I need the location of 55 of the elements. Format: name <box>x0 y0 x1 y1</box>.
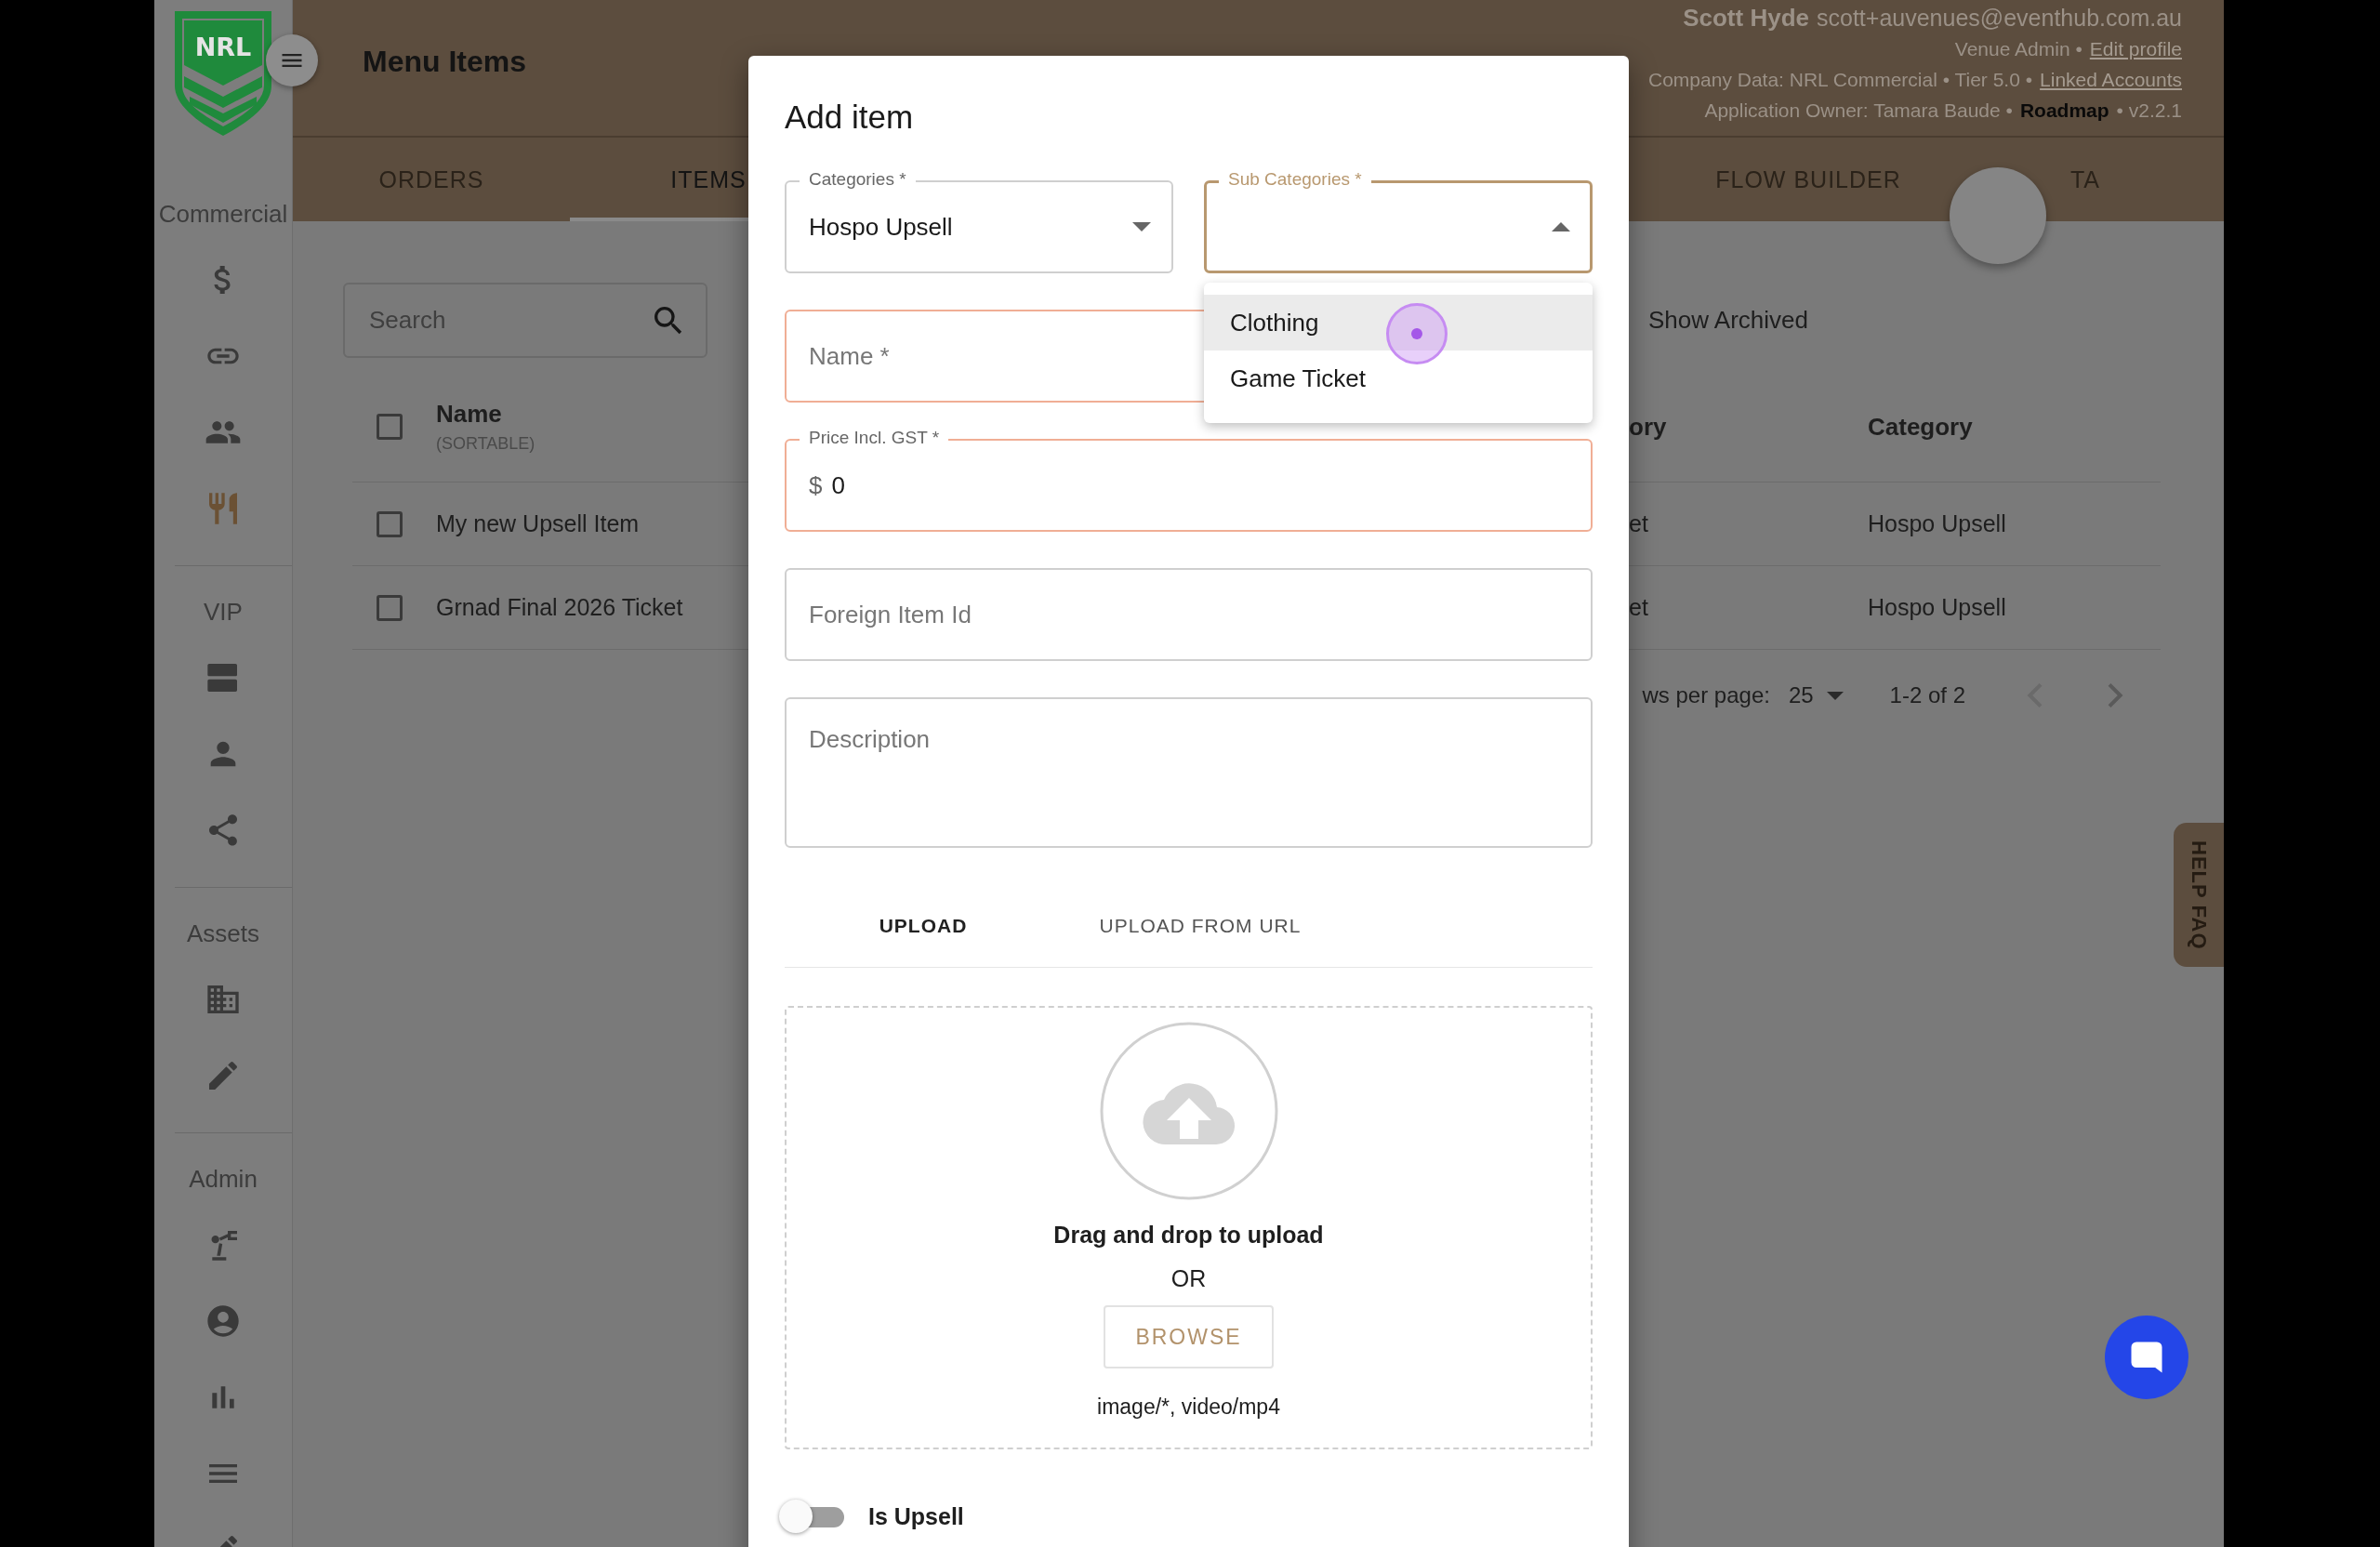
page-title: Menu Items <box>363 45 527 79</box>
input-field[interactable]: Foreign Item Id <box>785 557 1593 661</box>
dialog-title: Add item <box>785 98 915 137</box>
table-cell: Hospo Upsell <box>1868 594 2006 620</box>
info-text: • v2.2.1 <box>2116 99 2182 122</box>
select-field[interactable]: Sub Categories * <box>1204 169 1593 273</box>
table-cell: My new Upsell Item <box>436 510 640 536</box>
accepted-types: image/*, video/mp4 <box>1097 1395 1280 1420</box>
upload-tab[interactable]: UPLOAD FROM URL <box>1062 885 1339 967</box>
column-header[interactable]: Name <box>436 400 502 429</box>
rows-per-page-value[interactable]: 25 <box>1788 682 1814 708</box>
search-field[interactable]: Search <box>343 283 707 358</box>
upload-tab[interactable]: UPLOAD <box>785 885 1062 967</box>
menu-option[interactable]: Clothing <box>1204 295 1593 350</box>
section-label: VIP <box>204 597 243 627</box>
info-text: Venue Admin • <box>1954 37 2082 60</box>
or-label: OR <box>1170 1265 1207 1292</box>
switch-label: Is Upsell <box>868 1502 964 1530</box>
user-name: Scott Hyde <box>1683 4 1809 33</box>
table-cell: Grnad Final 2026 Ticket <box>436 594 683 620</box>
logo-text: NRL <box>194 33 252 61</box>
link[interactable]: Roadmap <box>2019 99 2109 122</box>
text-input[interactable]: 0 <box>831 470 1570 500</box>
cloud-upload-icon <box>1099 1022 1278 1200</box>
column-header[interactable]: ory <box>1629 412 1667 442</box>
link[interactable]: Linked Accounts <box>2040 68 2182 91</box>
drop-zone[interactable]: Drag and drop to upload OR BROWSE image/*, video/mp4 <box>785 1006 1593 1449</box>
text-input[interactable]: Foreign Item Id <box>809 600 1570 629</box>
info-text: Company Data: NRL Commercial • Tier 5.0 • <box>1648 68 2033 91</box>
column-header[interactable]: Category <box>1868 412 1973 442</box>
input-field[interactable]: Description <box>785 686 1593 848</box>
help-tab[interactable]: HELP FAQ <box>2174 823 2224 967</box>
user-email: scott+auvenues@eventhub.com.au <box>1817 5 2182 32</box>
section-label: Admin <box>189 1164 258 1194</box>
row-checkbox[interactable] <box>377 594 403 621</box>
select-all-checkbox[interactable] <box>377 414 403 440</box>
row-checkbox[interactable] <box>377 510 403 537</box>
section-label: Commercial <box>158 199 288 229</box>
info-text: Application Owner: Tamara Baude • <box>1704 99 2013 122</box>
drop-heading: Drag and drop to upload <box>1053 1222 1324 1249</box>
page-range: 1-2 of 2 <box>1889 682 1965 708</box>
text-input[interactable]: Description <box>809 725 1570 781</box>
rows-per-page-label: ws per page: <box>1642 682 1770 708</box>
input-field[interactable]: Price Incl. GST * $ 0 <box>785 428 1593 532</box>
link[interactable]: Edit profile <box>2089 37 2182 60</box>
section-label: Assets <box>187 919 259 948</box>
show-archived-label[interactable]: Show Archived <box>1648 306 1808 335</box>
caret-icon[interactable] <box>1826 691 1844 700</box>
search-input[interactable]: Search <box>367 305 641 336</box>
table-cell: et <box>1629 510 1648 536</box>
floating-button[interactable] <box>1950 167 2046 264</box>
menu-option[interactable]: Game Ticket <box>1204 350 1593 406</box>
browse-button[interactable]: BROWSE <box>1104 1305 1274 1368</box>
table-cell: et <box>1629 594 1648 620</box>
table-cell: Hospo Upsell <box>1868 510 2006 536</box>
